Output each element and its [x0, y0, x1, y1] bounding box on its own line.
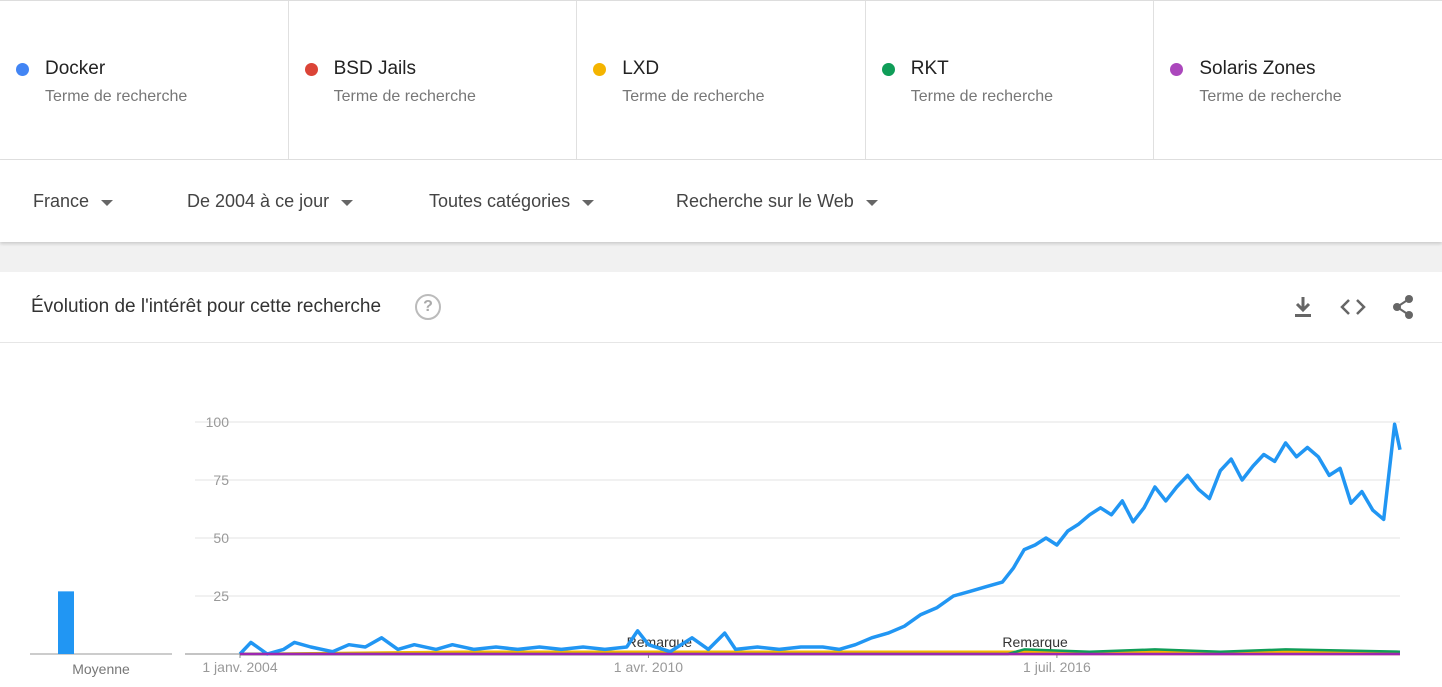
y-tick-label: 25 — [213, 588, 229, 604]
search-type-label: Recherche sur le Web — [676, 191, 854, 211]
search-terms-bar: Docker Terme de recherche BSD Jails Term… — [0, 0, 1442, 160]
x-tick-label: 1 janv. 2004 — [202, 659, 277, 675]
term-name: RKT — [910, 58, 949, 79]
region-label: France — [33, 191, 90, 211]
y-tick-label: 50 — [213, 530, 229, 546]
download-icon[interactable] — [1288, 292, 1318, 322]
term-type: Terme de recherche — [622, 88, 765, 105]
term-type: Terme de recherche — [910, 88, 1054, 105]
term-card-docker[interactable]: Docker Terme de recherche — [0, 1, 289, 159]
average-bar-docker — [58, 591, 74, 654]
series-color-dot — [881, 63, 895, 76]
y-tick-label: 75 — [213, 472, 229, 488]
term-type: Terme de recherche — [1199, 88, 1342, 105]
caret-down-icon — [341, 199, 354, 206]
series-line-docker — [238, 422, 1402, 656]
term-card-rkt[interactable]: RKT Terme de recherche — [866, 1, 1155, 159]
category-dropdown[interactable]: Toutes catégories — [429, 191, 595, 212]
series-color-dot — [1170, 63, 1184, 76]
series-color-dot — [593, 63, 607, 76]
period-label: De 2004 à ce jour — [187, 191, 330, 211]
series-color-dot — [16, 63, 29, 76]
period-dropdown[interactable]: De 2004 à ce jour — [187, 191, 354, 212]
category-label: Toutes catégories — [429, 191, 571, 211]
caret-down-icon — [582, 199, 595, 206]
term-name: Docker — [45, 58, 106, 79]
help-icon[interactable]: ? — [415, 294, 441, 320]
region-dropdown[interactable]: France — [33, 191, 114, 212]
caret-down-icon — [865, 199, 878, 206]
term-type: Terme de recherche — [333, 88, 476, 105]
term-name: BSD Jails — [333, 58, 416, 79]
search-type-dropdown[interactable]: Recherche sur le Web — [676, 191, 878, 212]
series-color-dot — [304, 63, 318, 76]
term-name: Solaris Zones — [1199, 58, 1316, 79]
term-card-lxd[interactable]: LXD Terme de recherche — [577, 1, 866, 159]
y-tick-label: 100 — [206, 414, 230, 430]
share-icon[interactable] — [1388, 292, 1418, 322]
annotation-label: Remarque — [1002, 634, 1068, 650]
term-card-solaris-zones[interactable]: Solaris Zones Terme de recherche — [1154, 1, 1442, 159]
x-tick-label: 1 avr. 2010 — [614, 659, 683, 675]
term-type: Terme de recherche — [45, 88, 188, 105]
embed-icon[interactable] — [1338, 292, 1368, 322]
x-tick-label: 1 juil. 2016 — [1023, 659, 1091, 675]
filter-bar: France De 2004 à ce jour Toutes catégori… — [0, 160, 1442, 242]
interest-line-chart: 100 75 50 25 1 janv. 2004 1 avr. 2010 1 juil. … — [30, 414, 1402, 677]
term-name: LXD — [622, 58, 660, 79]
caret-down-icon — [101, 199, 114, 206]
card-header: Évolution de l'intérêt pour cette recher… — [0, 272, 1442, 343]
card-title: Évolution de l'intérêt pour cette recher… — [31, 296, 382, 317]
average-label: Moyenne — [72, 661, 130, 677]
interest-over-time-card: Évolution de l'intérêt pour cette recher… — [0, 272, 1442, 687]
term-card-bsd-jails[interactable]: BSD Jails Terme de recherche — [289, 1, 578, 159]
